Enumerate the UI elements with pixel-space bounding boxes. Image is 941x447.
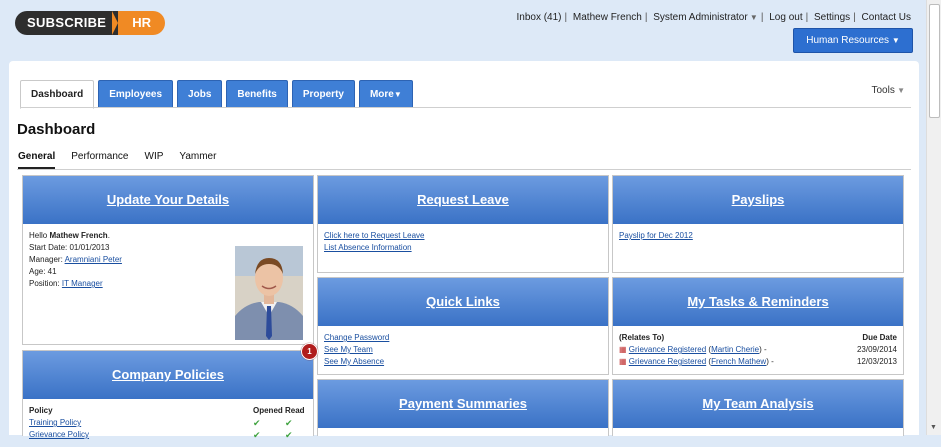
subtab-yammer[interactable]: Yammer: [179, 151, 216, 169]
tab-more-label: More: [369, 89, 394, 100]
tab-more[interactable]: More▼: [358, 80, 413, 108]
top-links: Inbox (41) | Mathew French | System Admini…: [516, 12, 911, 23]
read-header: Read: [285, 406, 305, 415]
hello-prefix: Hello: [29, 231, 50, 240]
tab-benefits[interactable]: Benefits: [226, 80, 288, 108]
policy-link[interactable]: Grievance Policy: [29, 429, 253, 441]
update-details-title[interactable]: Update Your Details: [23, 176, 313, 224]
task-link[interactable]: Grievance Registered: [629, 357, 706, 366]
company-policies-widget: Company Policies Policy Opened Read Trai…: [22, 350, 314, 440]
logout-link[interactable]: Log out: [769, 12, 802, 23]
list-absence-link[interactable]: List Absence Information: [324, 242, 602, 254]
calendar-icon: ▦: [619, 357, 627, 366]
dashboard-subtabs: General Performance WIP Yammer: [18, 151, 216, 169]
tasks-reminders-title[interactable]: My Tasks & Reminders: [613, 278, 903, 326]
tools-menu[interactable]: Tools ▼: [872, 85, 906, 96]
inbox-link[interactable]: Inbox (41): [516, 12, 561, 23]
page-scrollbar[interactable]: ▼: [926, 0, 941, 435]
table-row: ▦ Grievance Registered (French Mathew) -…: [619, 357, 897, 366]
task-date: 12/03/2013: [856, 357, 897, 366]
settings-link[interactable]: Settings: [814, 12, 850, 23]
scroll-down-icon[interactable]: ▼: [929, 424, 938, 433]
payslips-title[interactable]: Payslips: [613, 176, 903, 224]
hello-name: Mathew French: [49, 231, 108, 240]
task-date: 23/09/2014: [856, 345, 897, 354]
subtab-divider: [17, 169, 911, 170]
calendar-icon: ▦: [619, 345, 627, 354]
chevron-down-icon: ▼: [891, 36, 900, 45]
opened-header: Opened: [253, 406, 283, 415]
team-analysis-title[interactable]: My Team Analysis: [613, 380, 903, 428]
subscribehr-logo[interactable]: SUBSCRIBE HR: [15, 11, 166, 35]
position-link[interactable]: IT Manager: [62, 279, 103, 288]
role-dropdown-icon[interactable]: ▼: [748, 13, 758, 22]
user-link[interactable]: Mathew French: [573, 12, 642, 23]
tools-label: Tools: [871, 85, 895, 96]
quick-links-title[interactable]: Quick Links: [318, 278, 608, 326]
notification-badge: 1: [301, 343, 318, 360]
avatar: [235, 246, 303, 340]
contact-link[interactable]: Contact Us: [862, 12, 911, 23]
scrollbar-thumb[interactable]: [929, 4, 940, 118]
payment-summaries-title[interactable]: Payment Summaries: [318, 380, 608, 428]
task-person-link[interactable]: Martin Cherie: [711, 345, 759, 354]
policy-header: Policy: [29, 406, 53, 415]
payslips-widget: Payslips Payslip for Dec 2012: [612, 175, 904, 273]
subtab-performance[interactable]: Performance: [71, 151, 128, 169]
top-bar: SUBSCRIBE HR Inbox (41) | Mathew French | …: [0, 0, 927, 58]
main-tabs: Dashboard Employees Jobs Benefits Proper…: [20, 80, 413, 109]
tasks-reminders-widget: My Tasks & Reminders (Relates To) Due Da…: [612, 277, 904, 375]
check-icon: ✔: [253, 418, 261, 428]
tab-employees[interactable]: Employees: [98, 80, 174, 108]
see-my-team-link[interactable]: See My Team: [324, 344, 602, 356]
quick-links-widget: Quick Links Change Password See My Team …: [317, 277, 609, 375]
tab-divider: [20, 107, 911, 108]
task-link[interactable]: Grievance Registered: [629, 345, 706, 354]
request-leave-widget: Request Leave Click here to Request Leav…: [317, 175, 609, 273]
chevron-down-icon: ▼: [894, 86, 905, 95]
logo-hr-text: HR: [112, 11, 166, 35]
tab-dashboard[interactable]: Dashboard: [20, 80, 95, 109]
due-date-header: Due Date: [862, 333, 897, 342]
check-icon: ✔: [285, 430, 293, 440]
chevron-down-icon: ▼: [393, 90, 402, 99]
table-row: Grievance Policy ✔ ✔: [29, 429, 307, 441]
table-row: ▦ Grievance Registered (Martin Cherie) -…: [619, 345, 897, 354]
logo-subscribe-text: SUBSCRIBE: [15, 11, 119, 35]
subtab-general[interactable]: General: [18, 151, 56, 169]
team-analysis-widget: My Team Analysis: [612, 379, 904, 436]
see-my-absence-link[interactable]: See My Absence: [324, 356, 602, 368]
change-password-link[interactable]: Change Password: [324, 332, 602, 344]
module-label: Human Resources: [806, 35, 890, 46]
manager-label: Manager:: [29, 255, 65, 264]
payslip-link[interactable]: Payslip for Dec 2012: [619, 230, 897, 242]
page-title: Dashboard: [17, 121, 96, 138]
check-icon: ✔: [285, 418, 293, 428]
role-menu[interactable]: System Administrator: [653, 12, 747, 23]
tab-jobs[interactable]: Jobs: [177, 80, 223, 108]
position-label: Position:: [29, 279, 62, 288]
payment-summaries-widget: Payment Summaries: [317, 379, 609, 436]
tab-property[interactable]: Property: [291, 80, 355, 108]
request-leave-title[interactable]: Request Leave: [318, 176, 608, 224]
policy-link[interactable]: Training Policy: [29, 417, 253, 429]
module-dropdown-button[interactable]: Human Resources ▼: [793, 28, 913, 53]
manager-link[interactable]: Aramniani Peter: [65, 255, 122, 264]
table-row: Training Policy ✔ ✔: [29, 417, 307, 429]
task-person-link[interactable]: French Mathew: [711, 357, 766, 366]
company-policies-title[interactable]: Company Policies: [23, 351, 313, 399]
subtab-wip[interactable]: WIP: [145, 151, 164, 169]
request-leave-link[interactable]: Click here to Request Leave: [324, 230, 602, 242]
relates-to-header: (Relates To): [619, 333, 665, 342]
check-icon: ✔: [253, 430, 261, 440]
